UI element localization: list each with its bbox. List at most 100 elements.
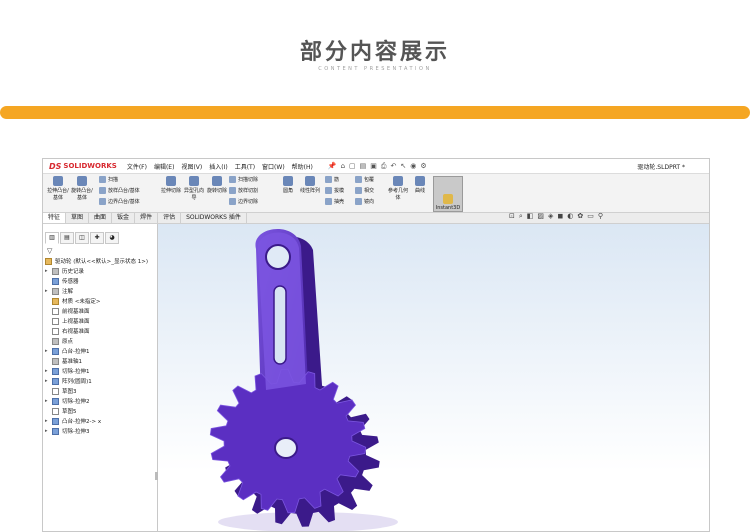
zoom-area-icon[interactable]: ⌕	[519, 212, 523, 221]
view-orientation-icon[interactable]: ◈	[548, 212, 553, 221]
new-file-icon[interactable]: ▢	[349, 162, 356, 171]
boundary-cut-button[interactable]: 边界切除	[229, 198, 258, 205]
draft-button[interactable]: 拔模	[325, 187, 344, 194]
tree-item[interactable]: 上视基准面	[45, 316, 155, 326]
loft-boss-button[interactable]: 放样凸台/基体	[99, 187, 140, 194]
menu-tools[interactable]: 工具(T)	[235, 162, 255, 171]
dimxpert-icon[interactable]: ✚	[90, 232, 104, 244]
menu-view[interactable]: 视图(V)	[181, 162, 202, 171]
tree-root[interactable]: 驱动轮 (默认<<默认>_显示状态 1>)	[45, 256, 155, 266]
display-style-icon[interactable]: ◼	[557, 212, 563, 221]
feature-icon	[52, 307, 59, 315]
tab-surfaces[interactable]: 曲面	[89, 213, 113, 223]
sweep-button[interactable]: 扫描	[99, 176, 118, 183]
tree-item[interactable]: 草图5	[45, 406, 155, 416]
intersect-button[interactable]: 相交	[355, 187, 374, 194]
scene-icon[interactable]: ▭	[587, 212, 594, 221]
tree-item[interactable]: ▸ 切除-拉伸3	[45, 426, 155, 436]
expand-arrow-icon[interactable]: ▸	[45, 428, 52, 434]
tree-item[interactable]: ▸ 注解	[45, 286, 155, 296]
previous-view-icon[interactable]: ◧	[527, 212, 534, 221]
tree-item[interactable]: 右视基准面	[45, 326, 155, 336]
rebuild-icon[interactable]: ◉	[410, 162, 416, 171]
pin-icon[interactable]: 📌	[328, 162, 337, 171]
expand-arrow-icon[interactable]: ▸	[45, 368, 52, 374]
instant3d-button[interactable]: Instant3D	[433, 176, 463, 212]
tree-item[interactable]: 材质 <未指定>	[45, 296, 155, 306]
graphics-viewport[interactable]	[158, 224, 709, 531]
tab-sheet-metal[interactable]: 钣金	[112, 213, 136, 223]
curves-button[interactable]: 曲线	[411, 176, 429, 194]
view-settings-icon[interactable]: ⚲	[598, 212, 603, 221]
lofted-cut-button[interactable]: 放样切割	[229, 187, 258, 194]
part-icon	[45, 257, 52, 265]
tree-item[interactable]: 前视基准面	[45, 306, 155, 316]
tree-item[interactable]: 传感器	[45, 276, 155, 286]
feature-manager-icon[interactable]: ▥	[45, 232, 59, 244]
tree-item[interactable]: ▸ 历史记录	[45, 266, 155, 276]
home-icon[interactable]: ⌂	[341, 162, 345, 171]
select-icon[interactable]: ↖	[400, 162, 406, 171]
rib-button[interactable]: 筋	[325, 176, 339, 183]
undo-icon[interactable]: ↶	[391, 162, 397, 171]
linear-pattern-icon	[305, 176, 315, 186]
menu-help[interactable]: 帮助(H)	[292, 162, 313, 171]
mirror-button[interactable]: 镜向	[355, 198, 374, 205]
expand-arrow-icon[interactable]: ▸	[45, 348, 52, 354]
tree-list: 驱动轮 (默认<<默认>_显示状态 1>) ▸ 历史记录 传感器 ▸ 注解 材质 <未指定…	[45, 256, 155, 436]
menu-file[interactable]: 文件(F)	[127, 162, 147, 171]
tab-weldments[interactable]: 焊件	[135, 213, 159, 223]
filter-icon[interactable]: ▽	[47, 247, 52, 255]
feature-icon	[52, 417, 59, 425]
menu-window[interactable]: 窗口(W)	[262, 162, 285, 171]
accent-bar	[0, 106, 750, 119]
extrude-boss-button[interactable]: 拉伸凸台/基体	[47, 176, 69, 201]
extrude-boss-icon	[53, 176, 63, 186]
tree-item[interactable]: ▸ 切除-拉伸1	[45, 366, 155, 376]
hide-show-icon[interactable]: ◐	[567, 212, 573, 221]
configuration-manager-icon[interactable]: ◫	[75, 232, 89, 244]
expand-arrow-icon[interactable]: ▸	[45, 398, 52, 404]
wrap-button[interactable]: 包覆	[355, 176, 374, 183]
tab-addins[interactable]: SOLIDWORKS 插件	[181, 213, 247, 223]
appearance-icon[interactable]: ✿	[577, 212, 583, 221]
fillet-button[interactable]: 圆角	[279, 176, 297, 194]
expand-arrow-icon[interactable]: ▸	[45, 418, 52, 424]
open-icon[interactable]: ▤	[360, 162, 367, 171]
swept-cut-button[interactable]: 扫描切除	[229, 176, 258, 183]
revolve-cut-button[interactable]: 旋转切除	[207, 176, 227, 194]
display-manager-icon[interactable]: ◕	[105, 232, 119, 244]
tree-item-label: 切除-拉伸1	[62, 369, 90, 375]
linear-pattern-button[interactable]: 线性阵列	[299, 176, 321, 194]
quick-access-toolbar: 📌 ⌂ ▢ ▤ ▣ ⎙ ↶ ↖ ◉ ⚙	[328, 162, 431, 171]
hole-wizard-button[interactable]: 异型孔向导	[183, 176, 205, 201]
extrude-cut-button[interactable]: 拉伸切除	[161, 176, 181, 194]
tab-features[interactable]: 特征	[43, 213, 67, 223]
boundary-boss-button[interactable]: 边界凸台/基体	[99, 198, 140, 205]
tree-item[interactable]: 基准轴1	[45, 356, 155, 366]
tree-item-label: 右视基准面	[62, 329, 90, 335]
reference-geometry-button[interactable]: 参考几何体	[387, 176, 409, 201]
expand-arrow-icon[interactable]: ▸	[45, 268, 52, 274]
tab-sketch[interactable]: 草图	[66, 213, 90, 223]
property-manager-icon[interactable]: ▤	[60, 232, 74, 244]
options-icon[interactable]: ⚙	[420, 162, 426, 171]
tree-item[interactable]: ▸ 阵列(圆周)1	[45, 376, 155, 386]
revolve-boss-button[interactable]: 旋转凸台/基体	[71, 176, 93, 201]
shell-button[interactable]: 抽壳	[325, 198, 344, 205]
tree-item[interactable]: ▸ 凸台-拉伸1	[45, 346, 155, 356]
menu-insert[interactable]: 插入(I)	[209, 162, 227, 171]
print-icon[interactable]: ⎙	[381, 162, 387, 171]
save-icon[interactable]: ▣	[370, 162, 377, 171]
tree-item[interactable]: 草图3	[45, 386, 155, 396]
tab-evaluate[interactable]: 评估	[158, 213, 182, 223]
expand-arrow-icon[interactable]: ▸	[45, 288, 52, 294]
document-name: 驱动轮.SLDPRT *	[637, 164, 685, 171]
tree-item[interactable]: 原点	[45, 336, 155, 346]
zoom-fit-icon[interactable]: ⊡	[509, 212, 515, 221]
expand-arrow-icon[interactable]: ▸	[45, 378, 52, 384]
tree-item[interactable]: ▸ 凸台-拉伸2-> x	[45, 416, 155, 426]
section-view-icon[interactable]: ▨	[537, 212, 544, 221]
menu-edit[interactable]: 编辑(E)	[154, 162, 174, 171]
tree-item[interactable]: ▸ 切除-拉伸2	[45, 396, 155, 406]
